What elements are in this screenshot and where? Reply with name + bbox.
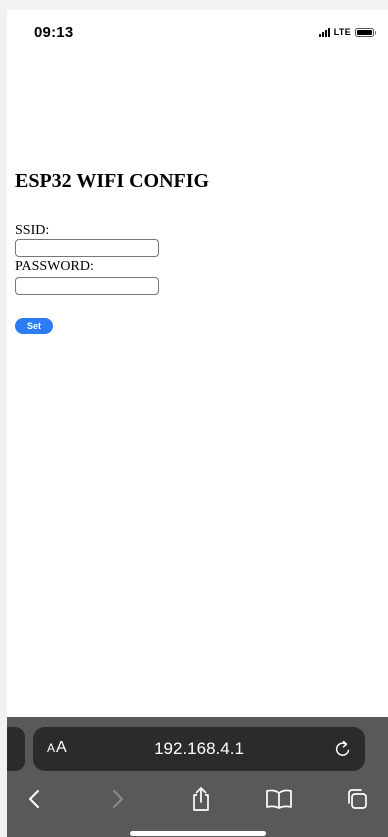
forward-icon <box>113 790 123 808</box>
bookmarks-button[interactable] <box>265 785 293 813</box>
status-bar: 09:13 LTE <box>7 10 388 56</box>
tabs-icon <box>348 789 367 809</box>
forward-button[interactable] <box>103 785 131 813</box>
reload-icon[interactable] <box>333 739 353 759</box>
status-indicators: LTE <box>318 27 376 37</box>
password-input[interactable] <box>15 277 159 295</box>
phone-screen: 09:13 LTE ESP32 WIFI CONFIG SSID: PASSWO… <box>7 10 388 837</box>
status-time: 09:13 <box>34 24 74 41</box>
browser-bottom-bar: AA 192.168.4.1 <box>7 717 388 837</box>
page-title: ESP32 WIFI CONFIG <box>15 170 210 192</box>
set-button[interactable]: Set <box>15 318 53 334</box>
address-bar[interactable]: AA 192.168.4.1 <box>33 727 365 771</box>
network-type: LTE <box>333 27 351 37</box>
previous-tab-preview[interactable] <box>7 727 25 771</box>
share-button[interactable] <box>187 785 215 813</box>
url-text[interactable]: 192.168.4.1 <box>33 739 365 759</box>
signal-icon <box>318 27 330 37</box>
tabs-button[interactable] <box>343 785 371 813</box>
share-icon <box>193 787 209 811</box>
browser-toolbar <box>7 781 388 815</box>
bookmarks-icon <box>266 789 292 809</box>
back-button[interactable] <box>21 785 49 813</box>
home-indicator[interactable] <box>130 831 266 836</box>
ssid-label: SSID: <box>15 223 50 238</box>
password-label: PASSWORD: <box>15 259 94 274</box>
back-icon <box>29 790 39 808</box>
battery-icon <box>355 27 376 37</box>
ssid-input[interactable] <box>15 239 159 257</box>
